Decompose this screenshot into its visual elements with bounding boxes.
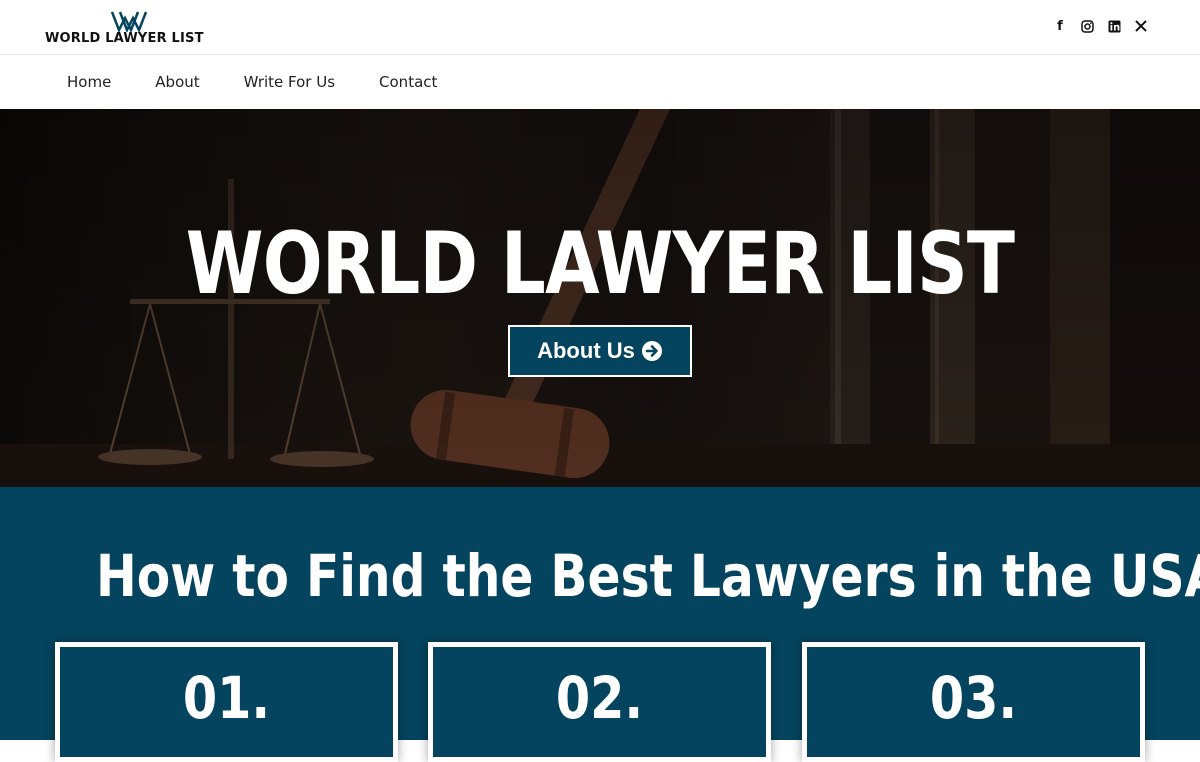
- linkedin-icon[interactable]: [1107, 18, 1121, 34]
- hero-banner: WORLD LAWYER LIST About Us: [0, 109, 1200, 487]
- top-header: WORLD LAWYER LIST f: [0, 0, 1200, 55]
- arrow-right-circle-icon: [641, 341, 662, 361]
- steps-section: How to Find the Best Lawyers in the USA …: [0, 487, 1200, 762]
- main-nav: Home About Write For Us Contact: [0, 55, 1200, 109]
- step-number: 01.: [182, 664, 271, 732]
- site-logo[interactable]: WORLD LAWYER LIST: [45, 8, 217, 48]
- nav-item-about[interactable]: About: [155, 73, 199, 91]
- step-number: 03.: [929, 664, 1018, 732]
- step-card-2: 02.: [428, 642, 771, 762]
- logo-text: WORLD LAWYER LIST: [45, 31, 204, 46]
- logo-mark-icon: [111, 11, 147, 32]
- about-us-button[interactable]: About Us: [508, 325, 692, 377]
- about-us-button-label: About Us: [537, 338, 635, 363]
- section-title: How to Find the Best Lawyers in the USA: [96, 542, 1200, 610]
- step-card-3: 03.: [802, 642, 1145, 762]
- nav-item-home[interactable]: Home: [67, 73, 111, 91]
- step-card-1: 01.: [55, 642, 398, 762]
- hero-title: WORLD LAWYER LIST: [185, 214, 1015, 314]
- x-icon[interactable]: [1134, 18, 1148, 34]
- step-number: 02.: [555, 664, 644, 732]
- facebook-icon[interactable]: f: [1053, 18, 1067, 34]
- nav-item-contact[interactable]: Contact: [379, 73, 437, 91]
- social-links: f: [1053, 18, 1148, 34]
- nav-item-write-for-us[interactable]: Write For Us: [244, 73, 335, 91]
- instagram-icon[interactable]: [1080, 18, 1094, 34]
